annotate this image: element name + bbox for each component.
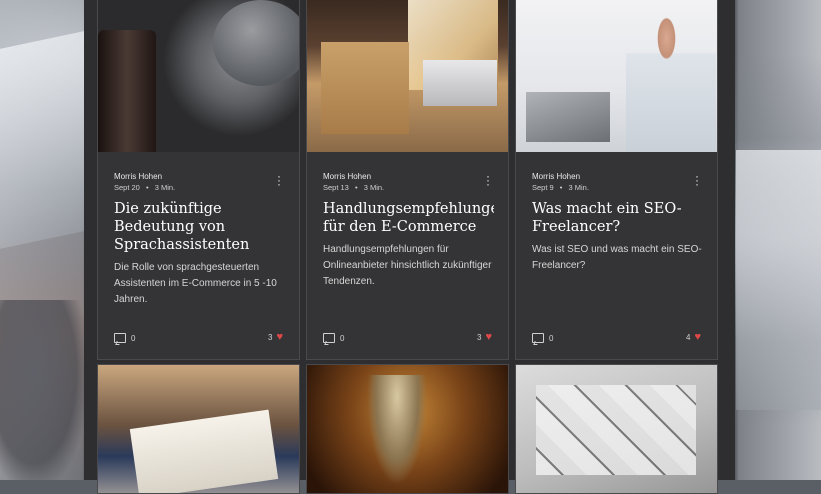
post-author[interactable]: Morris Hohen bbox=[532, 172, 580, 181]
comment-count: 0 bbox=[340, 333, 345, 343]
post-meta: Sept 9 • 3 Min. bbox=[532, 183, 589, 192]
post-image-packages-laptop[interactable] bbox=[307, 0, 508, 152]
post-excerpt: Handlungsempfehlungen für Onlineanbieter… bbox=[323, 244, 492, 287]
comments-button[interactable]: 0 bbox=[532, 333, 553, 343]
post-title[interactable]: Die zukünftige Bedeutung von Sprachassis… bbox=[114, 200, 285, 254]
meta-separator: • bbox=[145, 183, 149, 192]
post-image-justice-statue[interactable] bbox=[307, 365, 508, 493]
post-card[interactable] bbox=[97, 364, 300, 494]
like-button[interactable]: 4 ♥ bbox=[686, 331, 701, 343]
comment-count: 0 bbox=[549, 333, 554, 343]
post-card[interactable]: Morris Hohen Sept 20 • 3 Min. · · · Die zu… bbox=[97, 0, 300, 360]
post-title[interactable]: Handlungsempfehlungen für den E-Commerce bbox=[323, 200, 494, 236]
post-body: Morris Hohen Sept 13 • 3 Min. · · · Handlu… bbox=[307, 152, 508, 359]
post-image-man-writing[interactable] bbox=[516, 0, 717, 152]
blog-feed: Morris Hohen Sept 20 • 3 Min. · · · Die zu… bbox=[84, 0, 735, 494]
post-title[interactable]: Was macht ein SEO-Freelancer? bbox=[532, 200, 703, 236]
post-card[interactable]: Morris Hohen Sept 9 • 3 Min. · · · Was mac… bbox=[515, 0, 718, 360]
laptop-shape bbox=[423, 60, 497, 106]
post-body: Morris Hohen Sept 9 • 3 Min. · · · Was mac… bbox=[516, 152, 717, 359]
post-read-time: 3 Min. bbox=[154, 183, 176, 192]
comments-button[interactable]: 0 bbox=[114, 333, 135, 343]
post-date: Sept 20 bbox=[114, 183, 140, 192]
glass-shape bbox=[98, 30, 156, 152]
like-button[interactable]: 3 ♥ bbox=[268, 331, 283, 343]
background-hand-left bbox=[0, 300, 84, 480]
background-paper-left bbox=[0, 31, 84, 249]
like-count: 3 bbox=[268, 332, 273, 342]
post-read-time: 3 Min. bbox=[568, 183, 589, 192]
meta-separator: • bbox=[354, 183, 358, 192]
man-shape bbox=[626, 10, 716, 152]
statue-shape bbox=[367, 375, 427, 485]
post-body: Morris Hohen Sept 20 • 3 Min. · · · Die zu… bbox=[98, 152, 299, 359]
post-card[interactable] bbox=[515, 364, 718, 494]
post-image-open-book[interactable] bbox=[98, 365, 299, 493]
boxes-shape bbox=[321, 42, 409, 134]
post-excerpt: Die Rolle von sprachgesteuerten Assisten… bbox=[114, 262, 277, 305]
laptop-shape bbox=[526, 92, 610, 142]
more-options-icon[interactable]: · · · bbox=[695, 170, 699, 190]
like-button[interactable]: 3 ♥ bbox=[477, 331, 492, 343]
heart-icon: ♥ bbox=[694, 331, 701, 343]
post-meta: Sept 13 • 3 Min. bbox=[323, 183, 384, 192]
meta-separator: • bbox=[559, 183, 563, 192]
post-card[interactable] bbox=[306, 364, 509, 494]
book-shape bbox=[129, 409, 279, 493]
comment-icon bbox=[114, 333, 126, 343]
comment-icon bbox=[323, 333, 335, 343]
papers-shape bbox=[536, 385, 696, 475]
post-image-design-papers[interactable] bbox=[516, 365, 717, 493]
post-excerpt: Was ist SEO und was macht ein SEO-Freela… bbox=[532, 244, 702, 271]
like-count: 3 bbox=[477, 332, 482, 342]
post-image-smart-speaker[interactable] bbox=[98, 0, 299, 152]
heart-icon: ♥ bbox=[276, 331, 283, 343]
post-read-time: 3 Min. bbox=[363, 183, 385, 192]
post-card[interactable]: Morris Hohen Sept 13 • 3 Min. · · · Handlu… bbox=[306, 0, 509, 360]
post-date: Sept 9 bbox=[532, 183, 554, 192]
more-options-icon[interactable]: · · · bbox=[486, 170, 490, 190]
post-meta: Sept 20 • 3 Min. bbox=[114, 183, 175, 192]
comment-icon bbox=[532, 333, 544, 343]
post-author[interactable]: Morris Hohen bbox=[323, 172, 371, 181]
comment-count: 0 bbox=[131, 333, 136, 343]
post-author[interactable]: Morris Hohen bbox=[114, 172, 162, 181]
more-options-icon[interactable]: · · · bbox=[277, 170, 281, 190]
post-date: Sept 13 bbox=[323, 183, 349, 192]
heart-icon: ♥ bbox=[485, 331, 492, 343]
like-count: 4 bbox=[686, 332, 691, 342]
background-paper-right bbox=[736, 150, 821, 410]
speaker-shape bbox=[213, 0, 299, 86]
comments-button[interactable]: 0 bbox=[323, 333, 344, 343]
